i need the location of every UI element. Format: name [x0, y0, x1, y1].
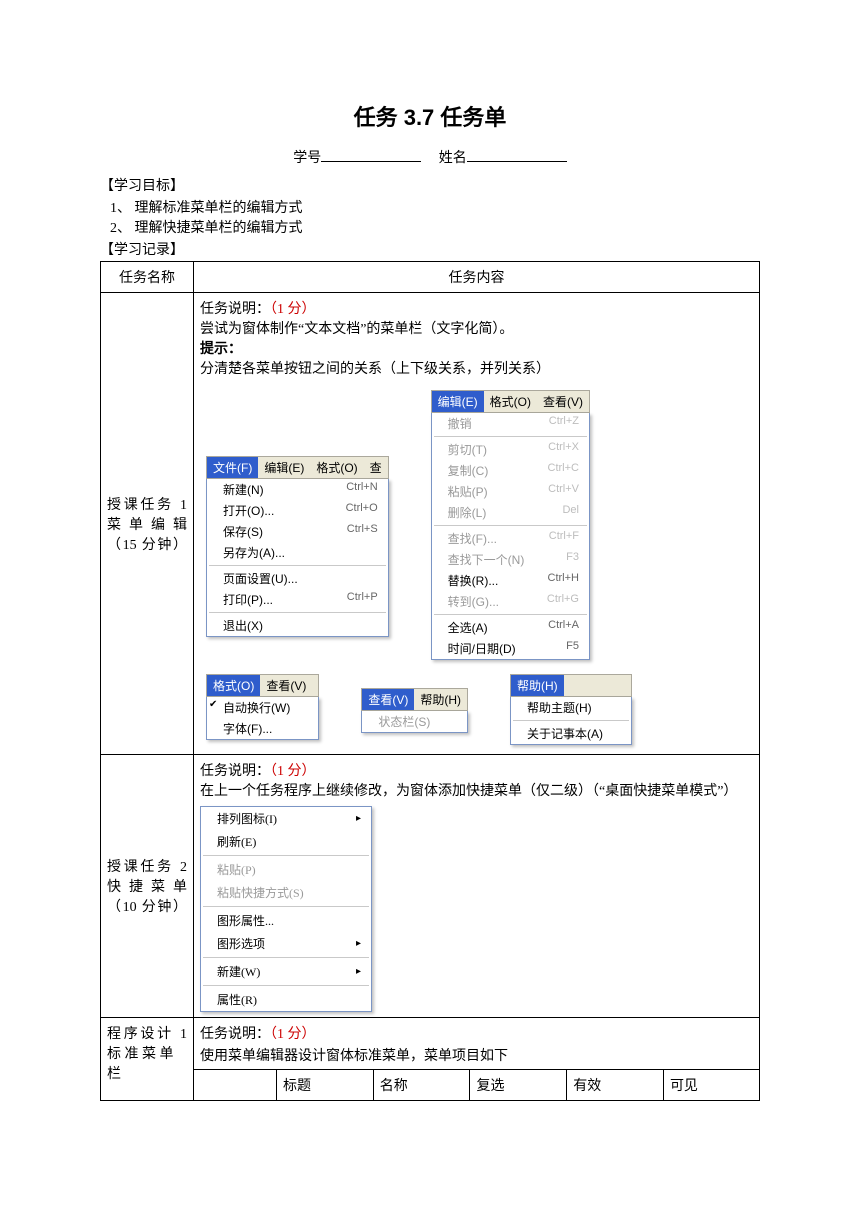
task2-content: 任务说明：（1 分） 在上一个任务程序上继续修改，为窗体添加快捷菜单（仅二级）（…: [194, 755, 760, 1018]
task2-score: （1 分）: [270, 764, 316, 779]
edit-menu-group: 编辑(E) 格式(O) 查看(V) 撤销Ctrl+Z 剪切(T)Ctrl+X复制(…: [431, 390, 590, 660]
menu-item[interactable]: 保存(S)Ctrl+S: [207, 521, 388, 542]
menu-item[interactable]: 打开(O)...Ctrl+O: [207, 500, 388, 521]
context-menu-item[interactable]: 粘贴(P): [201, 858, 371, 881]
menu-item[interactable]: 替换(R)...Ctrl+H: [432, 570, 589, 591]
task3-label: 程序设计 1 标 准 菜 单 栏: [101, 1018, 194, 1101]
task1-label: 授课任务 1 菜 单 编 辑 （15 分钟）: [101, 293, 194, 755]
menubar-btn-format[interactable]: 格式(O): [484, 391, 537, 412]
menubar-format[interactable]: 格式(O) 查看(V): [206, 674, 319, 697]
task3-desc-prefix: 任务说明：: [200, 1027, 270, 1042]
context-menu[interactable]: 排列图标(I)刷新(E) 粘贴(P)粘贴快捷方式(S) 图形属性...图形选项新建(…: [200, 806, 372, 1012]
menu-item[interactable]: 剪切(T)Ctrl+X: [432, 439, 589, 460]
menu-item[interactable]: 粘贴(P)Ctrl+V: [432, 481, 589, 502]
task1-hint-label: 提示：: [200, 342, 242, 357]
view-menu-group: 查看(V) 帮助(H) 状态栏(S): [361, 688, 468, 745]
task1-score: （1 分）: [270, 302, 316, 317]
menubar-btn-more[interactable]: 查: [364, 457, 388, 478]
name-fields: 学号 姓名: [100, 147, 760, 167]
help-menu-group: 帮助(H) 帮助主题(H) 关于记事本(A): [510, 674, 632, 745]
col-task-content: 任务内容: [194, 262, 760, 293]
context-menu-item[interactable]: 属性(R): [201, 988, 371, 1011]
task3-col-header: 名称: [373, 1070, 470, 1101]
menu-item[interactable]: 复制(C)Ctrl+C: [432, 460, 589, 481]
task3-score: （1 分）: [270, 1027, 316, 1042]
menu-item[interactable]: 字体(F)...: [207, 718, 318, 739]
menubar-view[interactable]: 查看(V) 帮助(H): [361, 688, 468, 711]
menubar-btn-help[interactable]: 帮助(H): [511, 675, 564, 696]
task2-desc-prefix: 任务说明：: [200, 764, 270, 779]
task3-desc: 使用菜单编辑器设计窗体标准菜单，菜单项目如下: [194, 1045, 759, 1069]
task3-content: 任务说明：（1 分） 使用菜单编辑器设计窗体标准菜单，菜单项目如下 标题名称复选…: [194, 1018, 760, 1101]
menubar-btn-file[interactable]: 文件(F): [207, 457, 258, 478]
menubar-edit[interactable]: 编辑(E) 格式(O) 查看(V): [431, 390, 590, 413]
menu-item[interactable]: 帮助主题(H): [511, 697, 631, 718]
file-menu-group: 文件(F) 编辑(E) 格式(O) 查 新建(N)Ctrl+N打开(O)...C…: [206, 456, 389, 660]
task1-desc-prefix: 任务说明：: [200, 302, 270, 317]
menubar-btn-help[interactable]: 帮助(H): [414, 689, 467, 710]
menubar-btn-view[interactable]: 查看(V): [537, 391, 589, 412]
context-menu-item[interactable]: 图形选项: [201, 932, 371, 955]
task1-desc: 尝试为窗体制作“文本文档”的菜单栏（文字化简）。: [200, 318, 753, 338]
task3-col-header: 可见: [663, 1070, 759, 1101]
task2-desc: 在上一个任务程序上继续修改，为窗体添加快捷菜单（仅二级）（“桌面快捷菜单模式”）: [200, 780, 753, 800]
goal-item: 2、 理解快捷菜单栏的编辑方式: [110, 217, 760, 237]
context-menu-item[interactable]: 刷新(E): [201, 830, 371, 853]
record-table: 任务名称 任务内容 授课任务 1 菜 单 编 辑 （15 分钟） 任务说明：（1…: [100, 261, 760, 1101]
menu-item[interactable]: 转到(G)...Ctrl+G: [432, 591, 589, 612]
menubar-help[interactable]: 帮助(H): [510, 674, 632, 697]
name-label: 姓名: [439, 151, 467, 166]
menubar-btn-view[interactable]: 查看(V): [362, 689, 414, 710]
menu-item[interactable]: 退出(X): [207, 615, 388, 636]
menubar-btn-format[interactable]: 格式(O): [310, 457, 363, 478]
menu-item[interactable]: 打印(P)...Ctrl+P: [207, 589, 388, 610]
page-title: 任务 3.7 任务单: [100, 100, 760, 132]
menu-item[interactable]: 查找下一个(N)F3: [432, 549, 589, 570]
menubar-btn-view[interactable]: 查看(V): [260, 675, 312, 696]
goal-item: 1、 理解标准菜单栏的编辑方式: [110, 197, 760, 217]
menu-item[interactable]: 关于记事本(A): [511, 723, 631, 744]
file-dropdown[interactable]: 新建(N)Ctrl+N打开(O)...Ctrl+O保存(S)Ctrl+S另存为(…: [206, 479, 389, 637]
menubar-btn-format[interactable]: 格式(O): [207, 675, 260, 696]
help-dropdown[interactable]: 帮助主题(H) 关于记事本(A): [510, 697, 632, 745]
format-menu-group: 格式(O) 查看(V) 自动换行(W)字体(F)...: [206, 674, 319, 745]
id-label: 学号: [293, 151, 321, 166]
menu-item[interactable]: 全选(A)Ctrl+A: [432, 617, 589, 638]
task3-col-header: 标题: [277, 1070, 374, 1101]
edit-dropdown[interactable]: 撤销Ctrl+Z 剪切(T)Ctrl+X复制(C)Ctrl+C粘贴(P)Ctrl+…: [431, 413, 590, 660]
context-menu-item[interactable]: 新建(W): [201, 960, 371, 983]
menu-item[interactable]: 状态栏(S): [362, 711, 467, 732]
context-menu-item[interactable]: 图形属性...: [201, 909, 371, 932]
task3-cols-table: 标题名称复选有效可见: [194, 1069, 759, 1100]
menu-item[interactable]: 查找(F)...Ctrl+F: [432, 528, 589, 549]
menu-item[interactable]: 时间/日期(D)F5: [432, 638, 589, 659]
view-dropdown[interactable]: 状态栏(S): [361, 711, 468, 733]
menubar-file[interactable]: 文件(F) 编辑(E) 格式(O) 查: [206, 456, 389, 479]
context-menu-item[interactable]: 排列图标(I): [201, 807, 371, 830]
menu-item[interactable]: 撤销Ctrl+Z: [432, 413, 589, 434]
menu-item[interactable]: 另存为(A)...: [207, 542, 388, 563]
context-menu-item[interactable]: 粘贴快捷方式(S): [201, 881, 371, 904]
task3-col-header: [194, 1070, 277, 1101]
record-label: 【学习记录】: [100, 239, 760, 259]
task1-content: 任务说明：（1 分） 尝试为窗体制作“文本文档”的菜单栏（文字化简）。 提示： …: [194, 293, 760, 755]
task1-hint: 分清楚各菜单按钮之间的关系（上下级关系，并列关系）: [200, 358, 753, 378]
id-input-line[interactable]: [321, 147, 421, 162]
menu-item[interactable]: 页面设置(U)...: [207, 568, 388, 589]
task2-label: 授课任务 2 快 捷 菜 单 （10 分钟）: [101, 755, 194, 1018]
format-dropdown[interactable]: 自动换行(W)字体(F)...: [206, 697, 319, 740]
menu-item[interactable]: 自动换行(W): [207, 697, 318, 718]
menubar-btn-edit[interactable]: 编辑(E): [432, 391, 484, 412]
task3-col-header: 复选: [470, 1070, 567, 1101]
goals-label: 【学习目标】: [100, 175, 760, 195]
task3-col-header: 有效: [567, 1070, 664, 1101]
name-input-line[interactable]: [467, 147, 567, 162]
menu-item[interactable]: 新建(N)Ctrl+N: [207, 479, 388, 500]
menubar-btn-edit[interactable]: 编辑(E): [258, 457, 310, 478]
menu-item[interactable]: 删除(L)Del: [432, 502, 589, 523]
col-task-name: 任务名称: [101, 262, 194, 293]
